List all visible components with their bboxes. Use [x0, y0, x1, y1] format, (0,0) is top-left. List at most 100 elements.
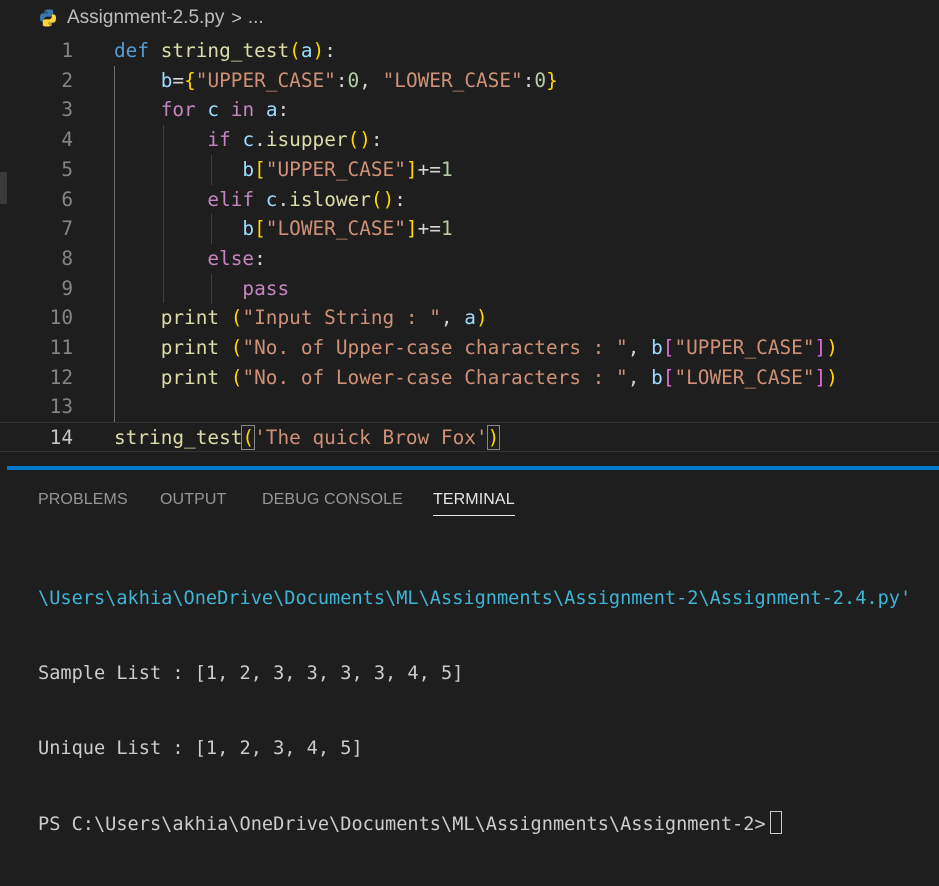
line-code[interactable]: print ("No. of Lower-case Characters : "…	[114, 363, 838, 393]
tab-output[interactable]: OUTPUT	[160, 491, 226, 509]
line-number: 6	[61, 187, 73, 211]
code-token: for	[160, 98, 196, 122]
code-line[interactable]: 5 b["UPPER_CASE"]+=1	[0, 155, 939, 185]
code-line[interactable]: 11 print ("No. of Upper-case characters …	[0, 333, 939, 363]
code-token: )	[475, 306, 488, 330]
code-line[interactable]: 2 b={"UPPER_CASE":0, "LOWER_CASE":0}	[0, 66, 939, 96]
code-token: ]	[405, 217, 418, 241]
code-line[interactable]: 3 for c in a:	[0, 95, 939, 125]
tab-problems[interactable]: PROBLEMS	[38, 491, 128, 509]
code-line[interactable]: 7 b["LOWER_CASE"]+=1	[0, 214, 939, 244]
breadcrumb-file-name[interactable]: Assignment-2.5.py	[67, 7, 224, 29]
code-line[interactable]: 6 elif c.islower():	[0, 185, 939, 215]
code-token: c	[207, 98, 220, 122]
terminal-cursor[interactable]	[769, 811, 782, 834]
breadcrumb-symbols[interactable]: ...	[248, 7, 264, 29]
terminal-prompt-line: PS C:\Users\akhia\OneDrive\Documents\ML\…	[38, 811, 911, 836]
code-token: (	[230, 336, 243, 359]
line-number: 1	[61, 39, 73, 62]
line-code[interactable]: b={"UPPER_CASE":0, "LOWER_CASE":0}	[114, 66, 558, 96]
code-token: :	[254, 246, 266, 270]
line-code[interactable]: string_test('The quick Brow Fox')	[114, 423, 501, 453]
code-line[interactable]: 10 print ("Input String : ", a)	[0, 303, 939, 333]
code-token: print	[160, 365, 220, 389]
code-line[interactable]: 14 string_test('The quick Brow Fox')	[0, 422, 939, 452]
code-line[interactable]: 4 if c.isupper():	[0, 125, 939, 155]
code-line[interactable]: 1 def string_test(a):	[0, 36, 939, 66]
line-code[interactable]: def string_test(a):	[114, 36, 336, 66]
code-token: )	[826, 336, 838, 359]
code-token: :	[324, 39, 336, 62]
code-token: }	[546, 68, 558, 92]
code-token: islower	[289, 187, 371, 211]
code-token: +=	[417, 157, 441, 181]
code-token: [	[662, 336, 675, 359]
code-token: (	[289, 39, 301, 62]
code-token: if	[207, 128, 231, 152]
code-token: print	[160, 306, 220, 330]
code-token: "No. of Upper-case characters : "	[242, 336, 628, 359]
code-line[interactable]: 9 pass	[0, 274, 939, 304]
code-token: ,	[627, 336, 652, 359]
code-line[interactable]: 13	[0, 392, 939, 422]
code-editor[interactable]: 1 def string_test(a): 2 b={"UPPER_CASE":0,…	[0, 36, 939, 466]
line-number: 11	[49, 336, 73, 359]
code-token: string_test	[114, 426, 243, 450]
code-token: 0	[347, 68, 360, 92]
line-code[interactable]: print ("No. of Upper-case characters : "…	[114, 333, 838, 363]
bottom-panel: PROBLEMS OUTPUT DEBUG CONSOLE TERMINAL \…	[0, 470, 939, 835]
code-token: 1	[440, 157, 453, 181]
code-token: )	[826, 365, 838, 389]
code-token: a	[300, 39, 313, 62]
line-code[interactable]: b["LOWER_CASE"]+=1	[114, 214, 452, 244]
code-token: string_test	[160, 39, 290, 62]
terminal-output[interactable]: \Users\akhia\OneDrive\Documents\ML\Assig…	[38, 536, 911, 886]
code-line[interactable]: 8 else:	[0, 244, 939, 274]
code-token: :	[277, 98, 290, 122]
line-code[interactable]: else:	[114, 244, 266, 274]
line-code[interactable]: pass	[114, 274, 289, 304]
code-token: ,	[627, 365, 652, 389]
code-token: :	[370, 128, 383, 152]
line-number: 2	[61, 68, 73, 92]
code-line[interactable]: 12 print ("No. of Lower-case Characters …	[0, 363, 939, 393]
code-token: )	[486, 425, 501, 451]
code-token: "Input String : "	[242, 306, 441, 330]
code-token: :	[394, 187, 406, 211]
line-number: 8	[61, 246, 73, 270]
line-number: 9	[61, 276, 73, 300]
code-token: =	[172, 68, 185, 92]
code-token: b	[651, 365, 663, 389]
code-token: isupper	[265, 128, 348, 152]
line-code[interactable]: elif c.islower():	[114, 185, 406, 215]
code-token: c	[265, 187, 278, 211]
line-code[interactable]: for c in a:	[114, 95, 290, 125]
line-code[interactable]: b["UPPER_CASE"]+=1	[114, 155, 453, 185]
line-number: 13	[49, 395, 73, 419]
code-token: ,	[440, 306, 465, 330]
tab-terminal[interactable]: TERMINAL	[433, 491, 515, 516]
code-token: print	[160, 336, 220, 359]
terminal-prompt: PS C:\Users\akhia\OneDrive\Documents\ML\…	[38, 814, 766, 835]
tab-debug-console[interactable]: DEBUG CONSOLE	[262, 491, 403, 509]
code-token: [	[662, 365, 675, 389]
code-token: ]	[814, 336, 827, 359]
code-token: elif	[207, 187, 255, 211]
line-code[interactable]: if c.isupper():	[114, 125, 383, 155]
code-token: ]	[405, 157, 418, 181]
code-token: [	[254, 157, 266, 181]
code-token: ()	[370, 187, 395, 211]
line-number: 7	[61, 217, 73, 241]
line-code[interactable]: print ("Input String : ", a)	[114, 303, 488, 333]
